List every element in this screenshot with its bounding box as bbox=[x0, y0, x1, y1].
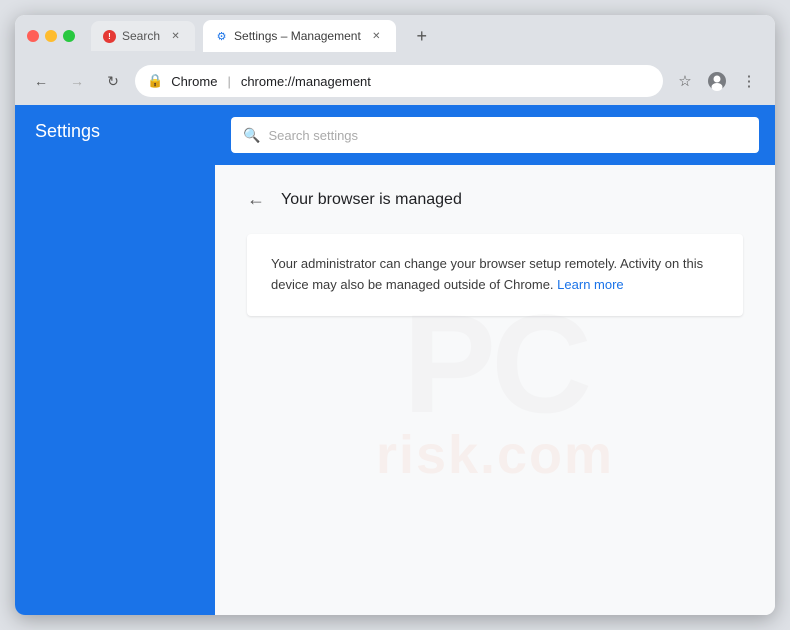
tab-search-favicon: ! bbox=[103, 30, 116, 43]
bookmark-button[interactable]: ☆ bbox=[671, 67, 699, 95]
info-text-content: Your administrator can change your brows… bbox=[271, 256, 703, 292]
account-button[interactable] bbox=[703, 67, 731, 95]
url-path: chrome://management bbox=[241, 74, 371, 89]
close-button[interactable] bbox=[27, 30, 39, 42]
main-content: 🔍 Search settings PC risk.com ← Your bro… bbox=[215, 105, 775, 615]
content-area: Settings 🔍 Search settings PC risk.com bbox=[15, 105, 775, 615]
page-header: ← Your browser is managed bbox=[247, 189, 743, 210]
tab-settings-label: Settings – Management bbox=[234, 29, 361, 43]
account-icon bbox=[707, 71, 727, 91]
settings-search-bar: 🔍 Search settings bbox=[215, 105, 775, 165]
refresh-button[interactable]: ↻ bbox=[99, 67, 127, 95]
url-chrome: Chrome bbox=[171, 74, 217, 89]
learn-more-link[interactable]: Learn more bbox=[557, 277, 623, 292]
tab-search-label: Search bbox=[122, 29, 160, 43]
tab-settings[interactable]: ⚙ Settings – Management ✕ bbox=[203, 20, 396, 52]
minimize-button[interactable] bbox=[45, 30, 57, 42]
lock-icon: 🔒 bbox=[147, 73, 163, 89]
settings-search-placeholder: Search settings bbox=[268, 128, 358, 143]
forward-button[interactable]: → bbox=[63, 67, 91, 95]
address-bar: ← → ↻ 🔒 Chrome | chrome://management ☆ ⋮ bbox=[15, 57, 775, 105]
info-text: Your administrator can change your brows… bbox=[271, 254, 719, 296]
title-bar: ! Search ✕ ⚙ Settings – Management ✕ + bbox=[15, 15, 775, 57]
search-icon: 🔍 bbox=[243, 127, 260, 144]
url-bar[interactable]: 🔒 Chrome | chrome://management bbox=[135, 65, 663, 97]
back-button[interactable]: ← bbox=[27, 67, 55, 95]
page-title: Your browser is managed bbox=[281, 191, 462, 209]
traffic-lights bbox=[27, 30, 75, 42]
tab-search[interactable]: ! Search ✕ bbox=[91, 21, 195, 51]
settings-page: PC risk.com ← Your browser is managed Yo… bbox=[215, 165, 775, 615]
new-tab-button[interactable]: + bbox=[408, 22, 436, 50]
url-divider: | bbox=[227, 74, 230, 89]
menu-button[interactable]: ⋮ bbox=[735, 67, 763, 95]
tab-settings-favicon: ⚙ bbox=[215, 30, 228, 43]
watermark-risk: risk.com bbox=[376, 424, 614, 486]
tab-settings-close[interactable]: ✕ bbox=[369, 29, 384, 44]
toolbar-right: ☆ ⋮ bbox=[671, 67, 763, 95]
browser-window: ! Search ✕ ⚙ Settings – Management ✕ + ←… bbox=[15, 15, 775, 615]
info-box: Your administrator can change your brows… bbox=[247, 234, 743, 316]
sidebar: Settings bbox=[15, 105, 215, 615]
settings-search-input[interactable]: 🔍 Search settings bbox=[231, 117, 759, 153]
tab-search-close[interactable]: ✕ bbox=[168, 29, 183, 44]
watermark: PC risk.com bbox=[376, 294, 614, 486]
maximize-button[interactable] bbox=[63, 30, 75, 42]
sidebar-title: Settings bbox=[15, 121, 215, 142]
back-arrow-button[interactable]: ← bbox=[247, 189, 265, 210]
